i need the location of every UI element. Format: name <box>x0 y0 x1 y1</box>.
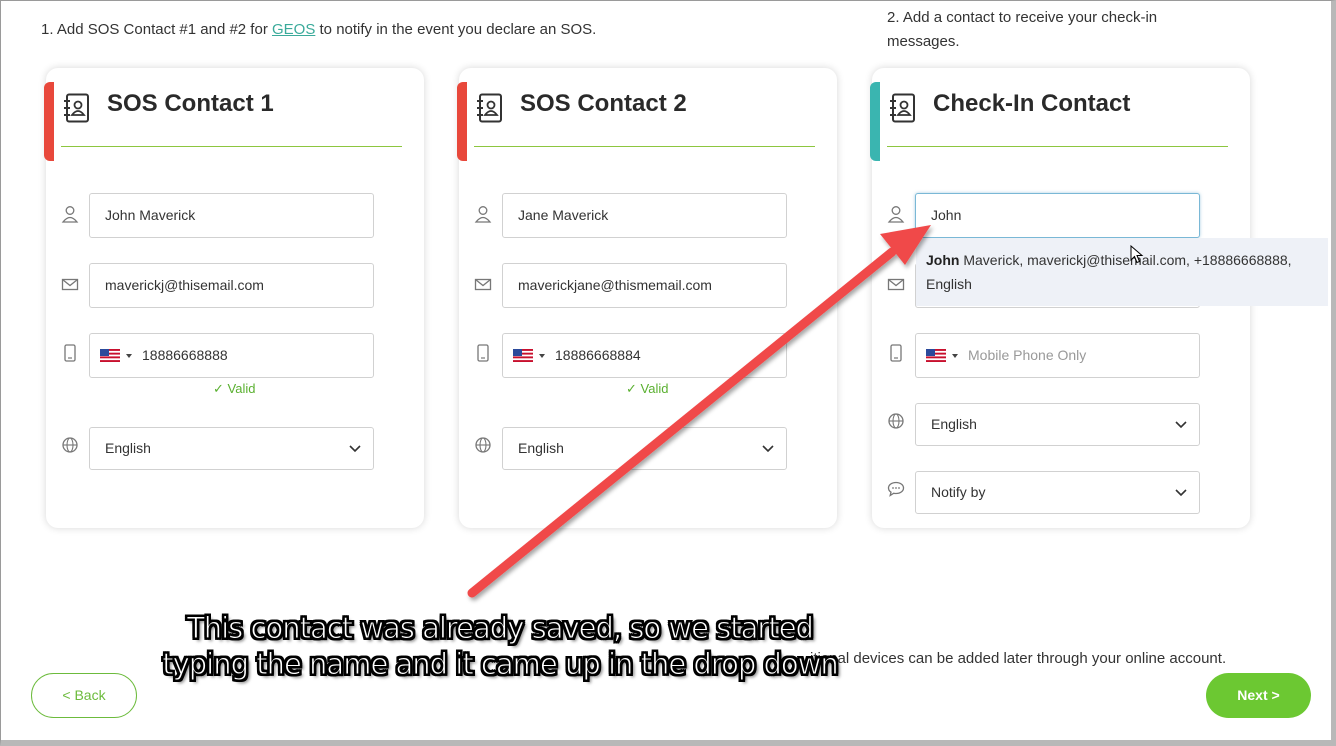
input-value: maverickjane@thismemail.com <box>518 277 712 293</box>
country-caret-icon <box>952 354 958 358</box>
input-value: Jane Maverick <box>518 207 609 223</box>
mouse-cursor-icon <box>1130 245 1144 264</box>
person-icon <box>474 206 492 223</box>
input-value: maverickj@thisemail.com <box>105 277 264 293</box>
card-accent <box>457 82 467 161</box>
chevron-down-icon <box>762 445 774 453</box>
envelope-icon <box>474 278 492 291</box>
card-accent <box>870 82 880 161</box>
mobile-phone-icon <box>64 344 76 362</box>
step1-text-before: 1. Add SOS Contact #1 and #2 for <box>41 21 272 38</box>
title-divider <box>61 146 402 147</box>
globe-icon <box>62 437 78 453</box>
us-flag-icon[interactable] <box>100 349 120 362</box>
chevron-down-icon <box>1175 489 1187 497</box>
step2-instruction: 2. Add a contact to receive your check-i… <box>887 9 1158 50</box>
checkin-name-input[interactable]: John <box>915 193 1200 238</box>
chevron-down-icon <box>349 445 361 453</box>
checkin-phone-input[interactable]: Mobile Phone Only <box>915 333 1200 378</box>
country-caret-icon <box>126 354 132 358</box>
sos2-phone-input[interactable]: 18886668884 <box>502 333 787 378</box>
sos1-email-input[interactable]: maverickj@thisemail.com <box>89 263 374 308</box>
sos1-language-select[interactable]: English <box>89 427 374 470</box>
annotation-caption: This contact was already saved, so we st… <box>130 610 870 682</box>
sos2-name-input[interactable]: Jane Maverick <box>502 193 787 238</box>
input-value: John <box>931 207 962 223</box>
phone-valid-label: ✓ Valid <box>626 381 669 396</box>
country-caret-icon <box>539 354 545 358</box>
suggestion-match: John <box>926 252 960 268</box>
address-book-icon <box>890 93 915 123</box>
caption-line-2: typing the name and it came up in the dr… <box>162 647 840 682</box>
globe-icon <box>475 437 491 453</box>
caption-line-1: This contact was already saved, so we st… <box>187 611 815 646</box>
back-button[interactable]: < Back <box>31 673 137 718</box>
phone-valid-label: ✓ Valid <box>213 381 256 396</box>
checkin-language-select[interactable]: English <box>915 403 1200 446</box>
input-value: 18886668888 <box>142 347 228 363</box>
card-accent <box>44 82 54 161</box>
title-divider <box>474 146 815 147</box>
suggestion-details: Maverick, maverickj@thisemail.com, +1888… <box>959 252 1292 268</box>
card-title: SOS Contact 2 <box>520 90 687 117</box>
sos1-phone-input[interactable]: 18886668888 <box>89 333 374 378</box>
envelope-icon <box>61 278 79 291</box>
geos-link[interactable]: GEOS <box>272 21 315 38</box>
next-button[interactable]: Next > <box>1206 673 1311 718</box>
select-value: English <box>518 440 564 456</box>
chat-bubble-icon <box>887 481 905 497</box>
select-value: English <box>931 416 977 432</box>
additional-devices-note: itional devices can be added later throu… <box>810 650 1227 667</box>
us-flag-icon[interactable] <box>926 349 946 362</box>
title-divider <box>887 146 1228 147</box>
mobile-phone-icon <box>890 344 902 362</box>
autocomplete-suggestion[interactable]: John Maverick, maverickj@thisemail.com, … <box>916 238 1328 306</box>
suggestion-language: English <box>926 276 972 292</box>
input-value: John Maverick <box>105 207 196 223</box>
mobile-phone-icon <box>477 344 489 362</box>
step1-text-after: to notify in the event you declare an SO… <box>315 21 597 38</box>
input-value: 18886668884 <box>555 347 641 363</box>
envelope-icon <box>887 278 905 291</box>
checkin-notify-select[interactable]: Notify by <box>915 471 1200 514</box>
person-icon <box>887 206 905 223</box>
globe-icon <box>888 413 904 429</box>
person-icon <box>61 206 79 223</box>
us-flag-icon[interactable] <box>513 349 533 362</box>
card-title: SOS Contact 1 <box>107 90 274 117</box>
step1-instruction: 1. Add SOS Contact #1 and #2 for GEOS to… <box>41 18 596 42</box>
select-value: Notify by <box>931 484 986 500</box>
phone-placeholder: Mobile Phone Only <box>968 347 1087 363</box>
sos2-language-select[interactable]: English <box>502 427 787 470</box>
select-value: English <box>105 440 151 456</box>
sos2-email-input[interactable]: maverickjane@thismemail.com <box>502 263 787 308</box>
card-title: Check-In Contact <box>933 90 1131 117</box>
address-book-icon <box>64 93 89 123</box>
sos1-name-input[interactable]: John Maverick <box>89 193 374 238</box>
address-book-icon <box>477 93 502 123</box>
chevron-down-icon <box>1175 421 1187 429</box>
